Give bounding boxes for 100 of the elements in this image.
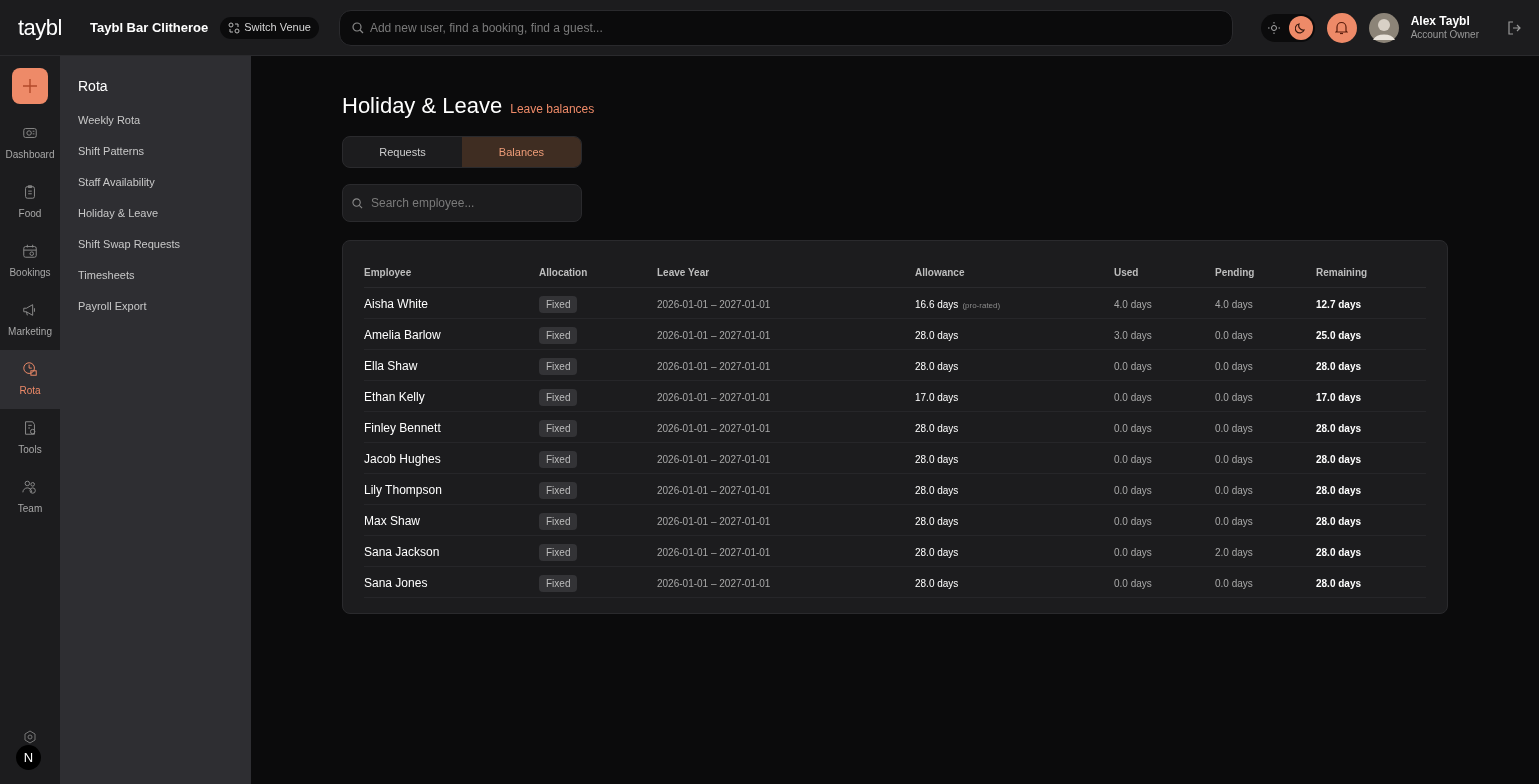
submenu-link[interactable]: Staff Availability [78, 173, 233, 192]
allowance: 28.0 days [915, 577, 959, 589]
submenu-link[interactable]: Timesheets [78, 266, 233, 285]
employee-search-field[interactable]: Search employee... [342, 184, 582, 222]
pending-days: 2.0 days [1215, 546, 1253, 558]
rail-item[interactable]: Dashboard [0, 114, 60, 173]
settings-icon[interactable] [23, 730, 37, 744]
used-days: 0.0 days [1114, 546, 1152, 558]
plus-icon [23, 79, 37, 93]
submenu-link[interactable]: Payroll Export [78, 297, 233, 316]
leave-year: 2026-01-01 – 2027-01-01 [657, 484, 771, 496]
page-title: Holiday & Leave [342, 92, 503, 120]
employee-name: Ethan Kelly [364, 389, 425, 404]
rail-item[interactable]: Food [0, 173, 60, 232]
bookings-icon [22, 243, 38, 259]
employee-name: Sana Jones [364, 575, 428, 590]
leave-year: 2026-01-01 – 2027-01-01 [657, 422, 771, 434]
used-days: 0.0 days [1114, 577, 1152, 589]
rail-item[interactable]: Team [0, 468, 60, 527]
leave-year: 2026-01-01 – 2027-01-01 [657, 515, 771, 527]
pending-days: 4.0 days [1215, 298, 1253, 310]
leave-year: 2026-01-01 – 2027-01-01 [657, 329, 771, 341]
bell-icon [1335, 20, 1349, 35]
search-field[interactable]: Add new user, find a booking, find a guest... [338, 9, 1233, 46]
allocation-tag: Fixed [539, 574, 578, 592]
allowance-note: (pro-rated) [962, 300, 1001, 310]
used-days: 0.0 days [1114, 422, 1152, 434]
allowance: 28.0 days [915, 360, 959, 372]
employee-name: Amelia Barlow [364, 327, 441, 342]
add-button[interactable] [12, 68, 48, 104]
used-days: 0.0 days [1114, 484, 1152, 496]
remaining-days: 12.7 days [1316, 298, 1362, 310]
remaining-days: 17.0 days [1316, 391, 1362, 403]
allowance: 28.0 days [915, 453, 959, 465]
swap-icon [228, 21, 241, 34]
moon-icon[interactable] [1288, 15, 1313, 40]
leave-year: 2026-01-01 – 2027-01-01 [657, 577, 771, 589]
leave-year: 2026-01-01 – 2027-01-01 [657, 298, 771, 310]
rail-item[interactable]: Rota [0, 350, 60, 409]
dashboard-icon [22, 125, 38, 141]
pending-days: 0.0 days [1215, 577, 1253, 589]
remaining-days: 28.0 days [1316, 515, 1362, 527]
allowance: 28.0 days [915, 422, 959, 434]
remaining-days: 28.0 days [1316, 453, 1362, 465]
leave-year: 2026-01-01 – 2027-01-01 [657, 546, 771, 558]
theme-toggle[interactable] [1260, 13, 1315, 42]
column-header: Pending [1215, 261, 1316, 287]
allocation-tag: Fixed [539, 388, 578, 406]
remaining-days: 28.0 days [1316, 577, 1362, 589]
pending-days: 0.0 days [1215, 484, 1253, 496]
switch-venue-button[interactable]: Switch Venue [220, 16, 319, 39]
allowance: 28.0 days [915, 329, 959, 341]
remaining-days: 28.0 days [1316, 360, 1362, 372]
column-header: Leave Year [657, 261, 915, 287]
dev-badge[interactable]: N [16, 745, 41, 770]
submenu-link[interactable]: Shift Patterns [78, 142, 233, 161]
allowance: 28.0 days [915, 546, 959, 558]
tab[interactable]: Requests [343, 137, 462, 167]
submenu-link[interactable]: Weekly Rota [78, 111, 233, 130]
allocation-tag: Fixed [539, 450, 578, 468]
tab[interactable]: Balances [462, 137, 581, 167]
allocation-tag: Fixed [539, 543, 578, 561]
used-days: 0.0 days [1114, 391, 1152, 403]
employee-name: Jacob Hughes [364, 451, 441, 466]
employee-name: Sana Jackson [364, 544, 440, 559]
logout-icon[interactable] [1507, 20, 1521, 35]
pending-days: 0.0 days [1215, 515, 1253, 527]
allocation-tag: Fixed [539, 481, 578, 499]
allocation-tag: Fixed [539, 357, 578, 375]
allocation-tag: Fixed [539, 295, 578, 313]
column-header: Employee [364, 261, 539, 287]
used-days: 0.0 days [1114, 515, 1152, 527]
pending-days: 0.0 days [1215, 391, 1253, 403]
remaining-days: 25.0 days [1316, 329, 1362, 341]
column-header: Allocation [539, 261, 657, 287]
food-icon [22, 184, 38, 200]
allocation-tag: Fixed [539, 326, 578, 344]
column-header: Remaining [1316, 261, 1426, 287]
rail-item[interactable]: Tools [0, 409, 60, 468]
allocation-tag: Fixed [539, 512, 578, 530]
rail-item[interactable]: Bookings [0, 232, 60, 291]
allocation-tag: Fixed [539, 419, 578, 437]
rota-icon [22, 361, 38, 377]
submenu-link[interactable]: Holiday & Leave [78, 204, 233, 223]
rail-item[interactable]: Marketing [0, 291, 60, 350]
submenu-title: Rota [78, 77, 109, 96]
allowance: 28.0 days [915, 484, 959, 496]
marketing-icon [22, 302, 38, 318]
submenu-link[interactable]: Shift Swap Requests [78, 235, 233, 254]
page-subtitle: Leave balances [510, 101, 595, 118]
pending-days: 0.0 days [1215, 422, 1253, 434]
pending-days: 0.0 days [1215, 453, 1253, 465]
logo[interactable]: taybl [18, 11, 70, 44]
used-days: 3.0 days [1114, 329, 1152, 341]
avatar[interactable] [1368, 12, 1399, 43]
column-header: Allowance [915, 261, 1114, 287]
allowance: 16.6 days [915, 298, 959, 310]
employee-name: Ella Shaw [364, 358, 418, 373]
notifications-button[interactable] [1326, 12, 1357, 43]
tools-icon [22, 420, 38, 436]
